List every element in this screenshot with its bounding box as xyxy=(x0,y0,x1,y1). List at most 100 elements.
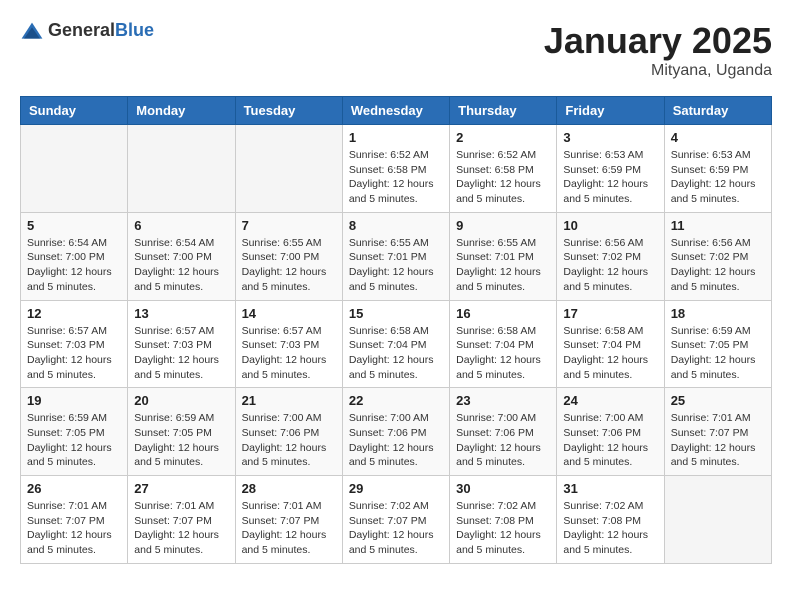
day-number: 11 xyxy=(671,218,765,233)
calendar-cell: 10 Sunrise: 6:56 AMSunset: 7:02 PMDayligh… xyxy=(557,212,664,300)
day-info: Sunrise: 6:54 AMSunset: 7:00 PMDaylight:… xyxy=(134,236,228,295)
day-number: 28 xyxy=(242,481,336,496)
week-row-4: 19 Sunrise: 6:59 AMSunset: 7:05 PMDayligh… xyxy=(21,388,772,476)
calendar-header-row: SundayMondayTuesdayWednesdayThursdayFrid… xyxy=(21,97,772,125)
day-info: Sunrise: 6:59 AMSunset: 7:05 PMDaylight:… xyxy=(671,324,765,383)
day-info: Sunrise: 7:02 AMSunset: 7:08 PMDaylight:… xyxy=(456,499,550,558)
calendar-cell: 30 Sunrise: 7:02 AMSunset: 7:08 PMDayligh… xyxy=(450,476,557,564)
day-info: Sunrise: 6:56 AMSunset: 7:02 PMDaylight:… xyxy=(671,236,765,295)
day-number: 31 xyxy=(563,481,657,496)
week-row-2: 5 Sunrise: 6:54 AMSunset: 7:00 PMDaylight… xyxy=(21,212,772,300)
day-number: 24 xyxy=(563,393,657,408)
day-number: 10 xyxy=(563,218,657,233)
calendar-cell: 28 Sunrise: 7:01 AMSunset: 7:07 PMDayligh… xyxy=(235,476,342,564)
day-number: 30 xyxy=(456,481,550,496)
day-number: 15 xyxy=(349,306,443,321)
calendar-cell: 6 Sunrise: 6:54 AMSunset: 7:00 PMDaylight… xyxy=(128,212,235,300)
day-info: Sunrise: 7:00 AMSunset: 7:06 PMDaylight:… xyxy=(456,411,550,470)
week-row-1: 1 Sunrise: 6:52 AMSunset: 6:58 PMDaylight… xyxy=(21,125,772,213)
column-header-wednesday: Wednesday xyxy=(342,97,449,125)
day-info: Sunrise: 6:57 AMSunset: 7:03 PMDaylight:… xyxy=(27,324,121,383)
column-header-tuesday: Tuesday xyxy=(235,97,342,125)
calendar-cell: 3 Sunrise: 6:53 AMSunset: 6:59 PMDaylight… xyxy=(557,125,664,213)
day-number: 12 xyxy=(27,306,121,321)
day-number: 23 xyxy=(456,393,550,408)
day-number: 14 xyxy=(242,306,336,321)
day-info: Sunrise: 6:57 AMSunset: 7:03 PMDaylight:… xyxy=(242,324,336,383)
calendar-cell: 9Sunrise: 6:55 AMSunset: 7:01 PMDaylight… xyxy=(450,212,557,300)
day-info: Sunrise: 6:55 AMSunset: 7:00 PMDaylight:… xyxy=(242,236,336,295)
day-number: 8 xyxy=(349,218,443,233)
location: Mityana, Uganda xyxy=(544,62,772,80)
day-info: Sunrise: 7:01 AMSunset: 7:07 PMDaylight:… xyxy=(134,499,228,558)
day-number: 7 xyxy=(242,218,336,233)
calendar-cell: 17 Sunrise: 6:58 AMSunset: 7:04 PMDayligh… xyxy=(557,300,664,388)
day-info: Sunrise: 6:58 AMSunset: 7:04 PMDaylight:… xyxy=(563,324,657,383)
day-number: 13 xyxy=(134,306,228,321)
column-header-saturday: Saturday xyxy=(664,97,771,125)
day-info: Sunrise: 6:59 AMSunset: 7:05 PMDaylight:… xyxy=(134,411,228,470)
column-header-monday: Monday xyxy=(128,97,235,125)
day-info: Sunrise: 7:01 AMSunset: 7:07 PMDaylight:… xyxy=(242,499,336,558)
day-number: 4 xyxy=(671,130,765,145)
day-number: 1 xyxy=(349,130,443,145)
day-info: Sunrise: 7:02 AMSunset: 7:07 PMDaylight:… xyxy=(349,499,443,558)
day-info: Sunrise: 7:02 AMSunset: 7:08 PMDaylight:… xyxy=(563,499,657,558)
day-number: 27 xyxy=(134,481,228,496)
calendar-cell: 4Sunrise: 6:53 AMSunset: 6:59 PMDaylight… xyxy=(664,125,771,213)
day-number: 26 xyxy=(27,481,121,496)
calendar-cell: 20 Sunrise: 6:59 AMSunset: 7:05 PMDayligh… xyxy=(128,388,235,476)
column-header-sunday: Sunday xyxy=(21,97,128,125)
calendar-cell: 18 Sunrise: 6:59 AMSunset: 7:05 PMDayligh… xyxy=(664,300,771,388)
day-info: Sunrise: 6:57 AMSunset: 7:03 PMDaylight:… xyxy=(134,324,228,383)
calendar-cell: 24 Sunrise: 7:00 AMSunset: 7:06 PMDayligh… xyxy=(557,388,664,476)
day-info: Sunrise: 6:52 AMSunset: 6:58 PMDaylight:… xyxy=(456,148,550,207)
day-number: 16 xyxy=(456,306,550,321)
page-header: GeneralBlue January 2025 Mityana, Uganda xyxy=(20,20,772,80)
day-info: Sunrise: 6:52 AMSunset: 6:58 PMDaylight:… xyxy=(349,148,443,207)
day-info: Sunrise: 6:53 AMSunset: 6:59 PMDaylight:… xyxy=(563,148,657,207)
calendar-cell: 13 Sunrise: 6:57 AMSunset: 7:03 PMDayligh… xyxy=(128,300,235,388)
calendar-cell: 23 Sunrise: 7:00 AMSunset: 7:06 PMDayligh… xyxy=(450,388,557,476)
week-row-3: 12 Sunrise: 6:57 AMSunset: 7:03 PMDayligh… xyxy=(21,300,772,388)
day-number: 5 xyxy=(27,218,121,233)
day-number: 20 xyxy=(134,393,228,408)
day-number: 21 xyxy=(242,393,336,408)
day-number: 3 xyxy=(563,130,657,145)
day-number: 18 xyxy=(671,306,765,321)
day-info: Sunrise: 6:58 AMSunset: 7:04 PMDaylight:… xyxy=(456,324,550,383)
day-info: Sunrise: 6:54 AMSunset: 7:00 PMDaylight:… xyxy=(27,236,121,295)
column-header-friday: Friday xyxy=(557,97,664,125)
calendar-cell xyxy=(664,476,771,564)
day-number: 6 xyxy=(134,218,228,233)
day-info: Sunrise: 7:00 AMSunset: 7:06 PMDaylight:… xyxy=(242,411,336,470)
calendar-cell xyxy=(21,125,128,213)
day-info: Sunrise: 6:56 AMSunset: 7:02 PMDaylight:… xyxy=(563,236,657,295)
calendar-cell xyxy=(235,125,342,213)
day-info: Sunrise: 7:00 AMSunset: 7:06 PMDaylight:… xyxy=(563,411,657,470)
calendar-table: SundayMondayTuesdayWednesdayThursdayFrid… xyxy=(20,96,772,564)
calendar-cell: 22Sunrise: 7:00 AMSunset: 7:06 PMDayligh… xyxy=(342,388,449,476)
column-header-thursday: Thursday xyxy=(450,97,557,125)
title-block: January 2025 Mityana, Uganda xyxy=(544,20,772,80)
calendar-cell: 12 Sunrise: 6:57 AMSunset: 7:03 PMDayligh… xyxy=(21,300,128,388)
calendar-cell: 25Sunrise: 7:01 AMSunset: 7:07 PMDayligh… xyxy=(664,388,771,476)
logo-icon xyxy=(20,21,44,41)
day-info: Sunrise: 6:59 AMSunset: 7:05 PMDaylight:… xyxy=(27,411,121,470)
day-number: 25 xyxy=(671,393,765,408)
calendar-cell: 15 Sunrise: 6:58 AMSunset: 7:04 PMDayligh… xyxy=(342,300,449,388)
calendar-cell: 29 Sunrise: 7:02 AMSunset: 7:07 PMDayligh… xyxy=(342,476,449,564)
calendar-cell xyxy=(128,125,235,213)
calendar-cell: 21 Sunrise: 7:00 AMSunset: 7:06 PMDayligh… xyxy=(235,388,342,476)
day-info: Sunrise: 6:55 AMSunset: 7:01 PMDaylight:… xyxy=(456,236,550,295)
day-info: Sunrise: 7:01 AMSunset: 7:07 PMDaylight:… xyxy=(27,499,121,558)
day-info: Sunrise: 6:58 AMSunset: 7:04 PMDaylight:… xyxy=(349,324,443,383)
calendar-cell: 11 Sunrise: 6:56 AMSunset: 7:02 PMDayligh… xyxy=(664,212,771,300)
logo-general: General xyxy=(48,20,115,40)
day-info: Sunrise: 7:00 AMSunset: 7:06 PMDaylight:… xyxy=(349,411,443,470)
day-number: 29 xyxy=(349,481,443,496)
logo-blue: Blue xyxy=(115,20,154,40)
day-number: 17 xyxy=(563,306,657,321)
day-number: 19 xyxy=(27,393,121,408)
calendar-cell: 7 Sunrise: 6:55 AMSunset: 7:00 PMDaylight… xyxy=(235,212,342,300)
